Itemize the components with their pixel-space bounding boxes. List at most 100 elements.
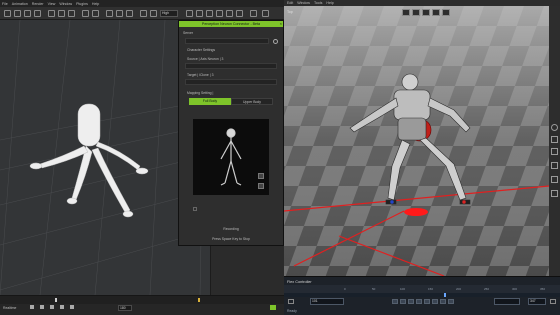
source-label: Source | Axis Neuron | 3	[187, 57, 224, 61]
menu-view[interactable]: View	[48, 2, 56, 6]
last-frame-icon[interactable]	[440, 299, 446, 304]
tab-full-body[interactable]: Full Body	[189, 98, 231, 105]
grid-view-icon[interactable]	[402, 9, 410, 16]
sidebar-list-icon[interactable]	[551, 162, 558, 169]
undo-icon[interactable]	[82, 10, 89, 17]
quality-dropdown[interactable]: High	[160, 10, 178, 17]
menu-edit[interactable]: Edit	[287, 1, 293, 5]
next-frame-icon-right[interactable]	[424, 299, 430, 304]
option-checkbox[interactable]	[193, 207, 197, 211]
prev-key-icon[interactable]	[400, 299, 406, 304]
move-tool-icon[interactable]	[14, 10, 21, 17]
camera-view-icon[interactable]	[442, 9, 450, 16]
flex-controller-panel: Flex Controller 0 50 100 150 200 250 300…	[284, 276, 560, 315]
rotate-tool-icon[interactable]	[24, 10, 31, 17]
scale-tool-icon[interactable]	[34, 10, 41, 17]
end-frame-field[interactable]: 347	[528, 298, 546, 305]
left-timeline-track[interactable]	[0, 296, 284, 304]
next-frame-icon[interactable]	[60, 305, 64, 309]
server-label: Server	[183, 31, 193, 35]
menu-window[interactable]: Window	[59, 2, 72, 6]
view-icon[interactable]	[196, 10, 203, 17]
timeline-label[interactable]: Realtime	[3, 306, 16, 310]
ruler-tick-200: 200	[456, 287, 462, 291]
source-field[interactable]	[185, 63, 277, 69]
speed-dropdown[interactable]	[494, 298, 520, 305]
timeline-end-marker[interactable]	[198, 298, 200, 302]
target-label: Target | iClone | 3	[187, 73, 214, 77]
tab-upper-body[interactable]: Upper Body	[231, 98, 273, 105]
sidebar-info-icon[interactable]	[551, 124, 558, 131]
gizmo-icon[interactable]	[150, 10, 157, 17]
zoom-in-icon[interactable]	[258, 173, 264, 179]
flex-playhead[interactable]	[444, 293, 446, 297]
next-key-icon[interactable]	[432, 299, 438, 304]
menu-render[interactable]: Render	[32, 2, 44, 6]
menu-help-right[interactable]: Help	[326, 1, 333, 5]
previous-frame-icon[interactable]	[50, 305, 54, 309]
menu-plugins[interactable]: Plugins	[76, 2, 88, 6]
prev-frame-icon[interactable]	[408, 299, 414, 304]
loop-toggle-icon[interactable]	[448, 299, 454, 304]
hdr-icon[interactable]	[226, 10, 233, 17]
camera-tool-icon[interactable]	[48, 10, 55, 17]
menu-animation[interactable]: Animation	[12, 2, 28, 6]
menu-tools[interactable]: Tools	[314, 1, 322, 5]
menu-window-right[interactable]: Window	[297, 1, 310, 5]
mapping-setting-label: Mapping Setting |	[187, 91, 214, 95]
flex-track[interactable]	[284, 293, 560, 297]
sidebar-layers-icon[interactable]	[551, 148, 558, 155]
right-sidebar	[549, 6, 560, 276]
view-label[interactable]: Top	[287, 10, 293, 14]
left-timeline-bar: Realtime 180	[0, 295, 284, 315]
first-frame-icon[interactable]	[392, 299, 398, 304]
flex-settings-icon[interactable]	[550, 299, 556, 304]
timeline-playhead[interactable]	[55, 298, 57, 302]
light-icon[interactable]	[126, 10, 133, 17]
sidebar-settings-icon[interactable]	[551, 136, 558, 143]
play-icon[interactable]	[40, 305, 44, 309]
loop-icon[interactable]	[70, 305, 74, 309]
mocap-icon[interactable]	[262, 10, 269, 17]
wireframe-icon[interactable]	[206, 10, 213, 17]
frame-field[interactable]: 180	[118, 305, 132, 311]
zoom-out-icon[interactable]	[258, 183, 264, 189]
flex-loop-icon[interactable]	[288, 299, 294, 304]
checker-view-icon[interactable]	[412, 9, 420, 16]
ruler-tick-300: 300	[512, 287, 518, 291]
character-view-icon[interactable]	[422, 9, 430, 16]
grid-icon[interactable]	[116, 10, 123, 17]
select-tool-icon[interactable]	[4, 10, 11, 17]
left-menubar: File Animation Render View Window Plugin…	[0, 0, 284, 7]
display-mode-icon[interactable]	[186, 10, 193, 17]
sidebar-camera-icon[interactable]	[551, 176, 558, 183]
menu-file[interactable]: File	[2, 2, 8, 6]
menu-help[interactable]: Help	[92, 2, 99, 6]
stop-hint: Press Space Key to Stop	[212, 237, 250, 241]
status-text: Ready	[287, 309, 297, 313]
target-field[interactable]	[185, 79, 277, 85]
render-icon[interactable]	[140, 10, 147, 17]
play-button-icon[interactable]	[416, 299, 422, 304]
connect-icon[interactable]	[273, 39, 278, 44]
snap-icon[interactable]	[106, 10, 113, 17]
left-toolbar: High	[0, 7, 284, 20]
shadow-icon[interactable]	[216, 10, 223, 17]
light-view-icon[interactable]	[432, 9, 440, 16]
pan-tool-icon[interactable]	[58, 10, 65, 17]
record-indicator-icon[interactable]	[270, 305, 276, 310]
redo-icon[interactable]	[92, 10, 99, 17]
flex-frame-field[interactable]: 101	[310, 298, 344, 305]
right-application-window: Edit Window Tools Help Top Flex Controll…	[284, 0, 560, 315]
ik-icon[interactable]	[250, 10, 257, 17]
sidebar-export-icon[interactable]	[551, 190, 558, 197]
settings-icon[interactable]	[236, 10, 243, 17]
server-field[interactable]	[185, 38, 269, 44]
flex-ruler[interactable]: 0 50 100 150 200 250 300 350	[284, 285, 560, 293]
perception-neuron-connector-dialog: Perception Neuron Connector - Beta × Ser…	[178, 20, 284, 246]
ground-target-marker	[404, 208, 428, 216]
close-icon[interactable]: ×	[280, 21, 282, 27]
zoom-tool-icon[interactable]	[68, 10, 75, 17]
stop-icon[interactable]	[30, 305, 34, 309]
right-3d-viewport[interactable]: Top	[284, 6, 549, 276]
